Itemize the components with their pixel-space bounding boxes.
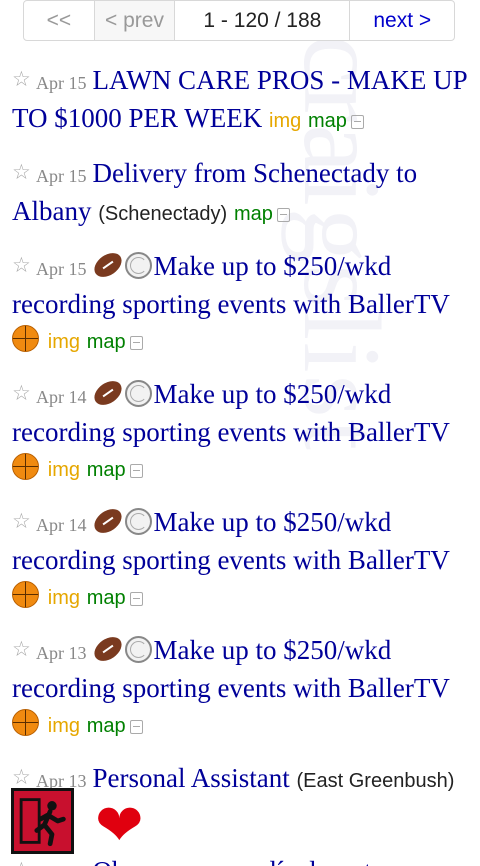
favorite-star-icon[interactable]: ☆	[12, 632, 36, 667]
hide-posting-icon[interactable]	[129, 592, 143, 606]
basketball-icon	[12, 453, 39, 480]
favorite-star-icon[interactable]: ☆	[12, 376, 36, 411]
favorite-star-icon[interactable]: ☆	[12, 248, 36, 283]
neighborhood-label: (East Greenbush)	[296, 770, 455, 792]
volleyball-icon	[124, 380, 152, 407]
pagination-bar: << < prev 1 - 120 / 188 next >	[23, 0, 455, 41]
basketball-icon	[12, 325, 39, 352]
volleyball-icon	[124, 508, 152, 535]
favorite-star-icon[interactable]: ☆	[12, 504, 36, 539]
prev-page-button[interactable]: < prev	[94, 1, 176, 40]
result-range-label: 1 - 120 / 188	[175, 1, 351, 40]
first-page-button[interactable]: <<	[24, 1, 95, 40]
football-icon	[89, 376, 126, 410]
football-icon	[89, 632, 126, 666]
heart-icon[interactable]: ❤	[95, 796, 144, 854]
post-date: Apr 13	[36, 643, 87, 663]
post-date: Apr 15	[36, 73, 87, 93]
post-date: Apr 15	[36, 166, 87, 186]
favorite-star-icon[interactable]: ☆	[12, 62, 36, 97]
map-tag[interactable]: map	[87, 331, 126, 353]
img-tag: img	[47, 459, 80, 481]
result-row: ☆ Apr 15 Delivery from Schenectady to Alba…	[12, 155, 474, 232]
result-row: ☆ Apr 15 LAWN CARE PROS - MAKE UP TO $1000…	[12, 62, 474, 139]
post-date: Apr 15	[36, 259, 87, 279]
football-icon	[89, 504, 126, 538]
img-tag: img	[47, 331, 80, 353]
basketball-icon	[12, 709, 39, 736]
hide-posting-icon[interactable]	[129, 464, 143, 478]
next-page-button[interactable]: next >	[350, 1, 454, 40]
map-tag[interactable]: map	[87, 715, 126, 737]
neighborhood-label: (Schenectady)	[98, 203, 228, 225]
result-title-link[interactable]: Personal Assistant	[93, 763, 290, 793]
img-tag: img	[269, 110, 302, 132]
result-row: ☆Apr 13Obrero para un día durante	[12, 853, 474, 866]
map-tag[interactable]: map	[87, 587, 126, 609]
football-icon	[89, 248, 126, 282]
result-list: ☆ Apr 15 LAWN CARE PROS - MAKE UP TO $1000…	[12, 62, 474, 866]
result-row: ☆ Apr 13 Personal Assistant (East Greenbus…	[12, 760, 474, 837]
favorite-star-icon[interactable]: ☆	[12, 155, 36, 190]
img-tag: img	[47, 587, 80, 609]
volleyball-icon	[124, 636, 152, 663]
img-tag: img	[47, 715, 80, 737]
result-row: ☆ Apr 14 Make up to $250/wkd recording spo…	[12, 376, 474, 488]
hide-posting-icon[interactable]	[276, 208, 290, 222]
hide-posting-icon[interactable]	[129, 720, 143, 734]
result-row: ☆ Apr 15 Make up to $250/wkd recording spo…	[12, 248, 474, 360]
running-figure-icon	[19, 798, 66, 847]
basketball-icon	[12, 581, 39, 608]
hide-posting-icon[interactable]	[129, 336, 143, 350]
volleyball-icon	[124, 252, 152, 279]
result-row: ☆ Apr 13 Make up to $250/wkd recording spo…	[12, 632, 474, 744]
hide-posting-icon[interactable]	[350, 115, 364, 129]
map-tag[interactable]: map	[308, 110, 347, 132]
result-row: ☆ Apr 14 Make up to $250/wkd recording spo…	[12, 504, 474, 616]
post-date: Apr 14	[36, 515, 87, 535]
running-exit-icon[interactable]	[11, 788, 74, 854]
post-date: Apr 14	[36, 387, 87, 407]
result-title-text: Personal Assistant	[92, 763, 290, 793]
map-tag[interactable]: map	[234, 203, 273, 225]
map-tag[interactable]: map	[87, 459, 126, 481]
